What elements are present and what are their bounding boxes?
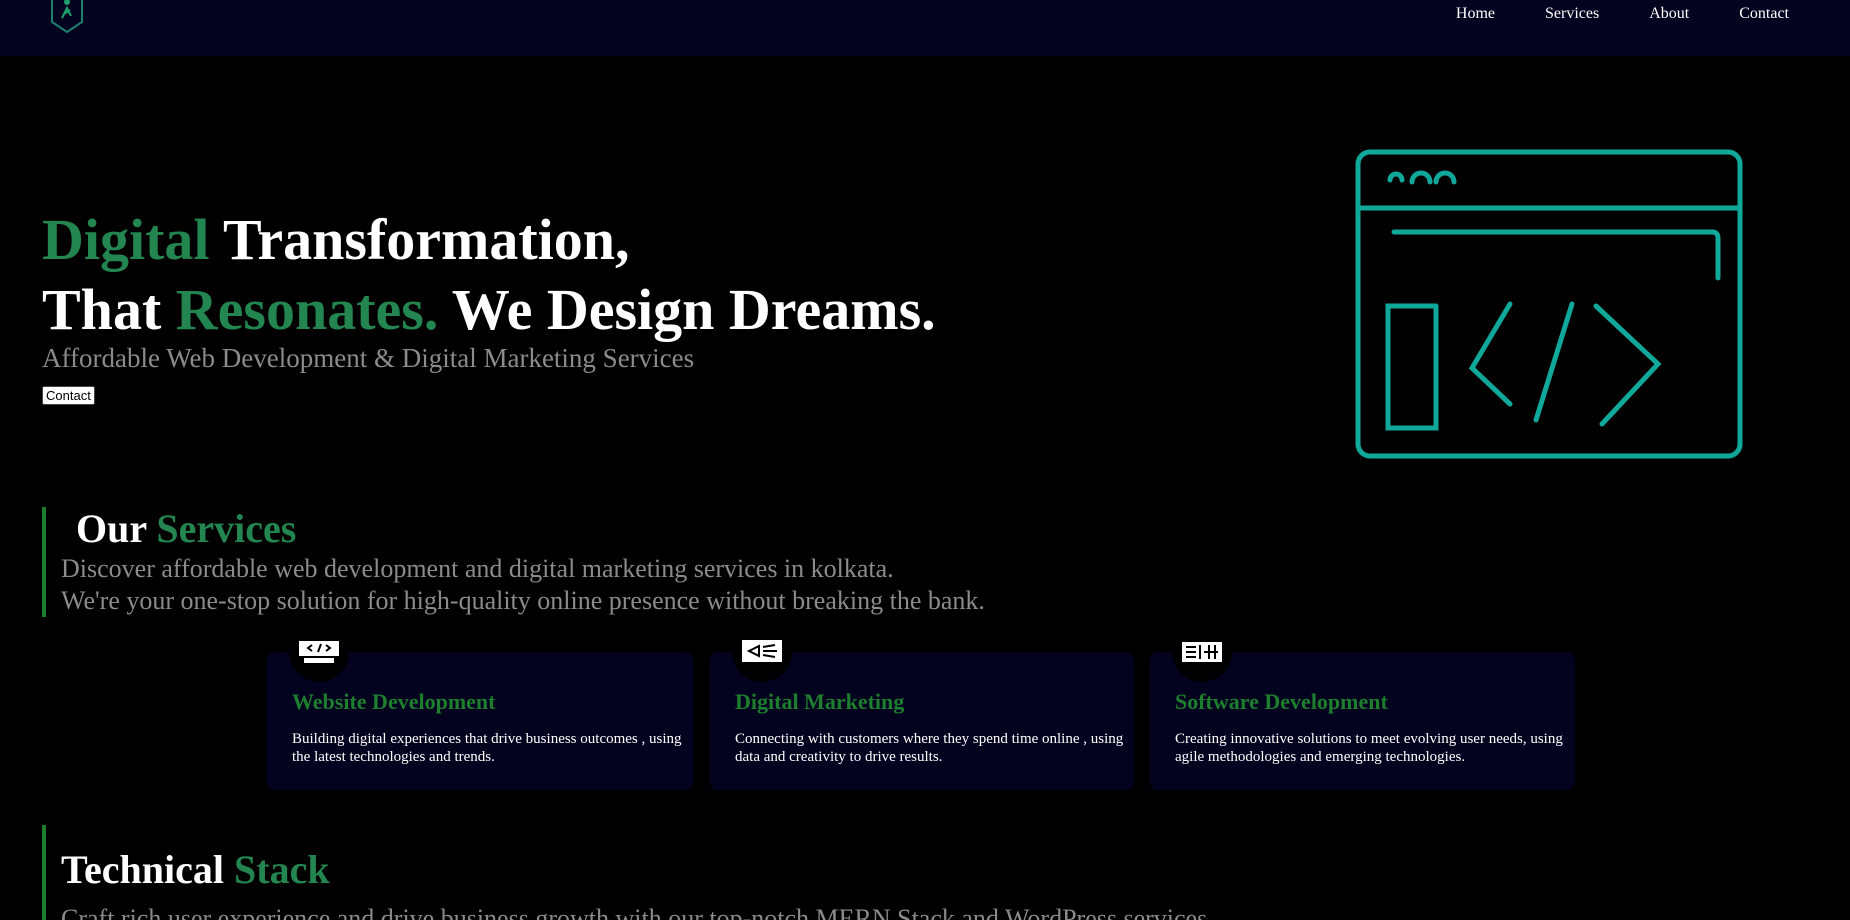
nav-home-link[interactable]: Home bbox=[1456, 5, 1495, 23]
card-icon-wrapper bbox=[289, 622, 349, 682]
services-title-our: Our bbox=[76, 506, 157, 551]
services-section-bar bbox=[42, 507, 46, 617]
hero-contact-button[interactable]: Contact bbox=[42, 386, 95, 405]
nav-contact-link[interactable]: Contact bbox=[1739, 5, 1789, 23]
card-description: Building digital experiences that drive … bbox=[292, 731, 682, 765]
tech-title-technical: Technical bbox=[61, 847, 234, 892]
code-window-illustration bbox=[1355, 149, 1743, 459]
hero-title-resonates: Resonates. bbox=[175, 277, 439, 342]
card-icon-wrapper bbox=[732, 622, 792, 682]
tech-section-bar bbox=[42, 825, 46, 920]
logo-icon[interactable] bbox=[50, 0, 84, 34]
hero-title: Digital Transformation, That Resonates. … bbox=[42, 205, 936, 345]
services-desc-line2: We're your one-stop solution for high-qu… bbox=[61, 586, 985, 615]
card-description: Connecting with customers where they spe… bbox=[735, 731, 1124, 765]
services-title-services: Services bbox=[156, 506, 297, 551]
software-grid-icon bbox=[1182, 642, 1222, 662]
card-icon-wrapper bbox=[1172, 622, 1232, 682]
tech-title-stack: Stack bbox=[234, 847, 330, 892]
tech-stack-title: Technical Stack bbox=[61, 846, 330, 893]
hero-title-that: That bbox=[42, 277, 176, 342]
card-title: Software Development bbox=[1175, 689, 1388, 714]
card-description: Creating innovative solutions to meet ev… bbox=[1175, 731, 1563, 765]
card-title: Website Development bbox=[292, 689, 496, 714]
navbar: Home Services About Contact bbox=[0, 0, 1850, 56]
nav-services-link[interactable]: Services bbox=[1545, 5, 1599, 23]
service-card-website[interactable]: Website Development Building digital exp… bbox=[267, 622, 693, 790]
tech-stack-description: Craft rich user experience and drive bus… bbox=[61, 904, 1214, 920]
web-code-icon bbox=[299, 641, 339, 663]
nav-menu: Home Services About Contact bbox=[1456, 5, 1789, 23]
megaphone-icon bbox=[742, 640, 782, 662]
card-title: Digital Marketing bbox=[735, 689, 905, 714]
hero-title-digital: Digital bbox=[42, 207, 210, 272]
hero-subtitle: Affordable Web Development & Digital Mar… bbox=[42, 343, 695, 373]
service-card-software[interactable]: Software Development Creating innovative… bbox=[1150, 622, 1575, 790]
hero-title-transformation: Transformation, bbox=[209, 207, 630, 272]
services-description: Discover affordable web development and … bbox=[61, 553, 985, 617]
service-card-marketing[interactable]: Digital Marketing Connecting with custom… bbox=[710, 622, 1134, 790]
hero-title-dreams: We Design Dreams. bbox=[438, 277, 936, 342]
services-title: Our Services bbox=[76, 505, 296, 552]
services-desc-line1: Discover affordable web development and … bbox=[61, 554, 894, 583]
nav-about-link[interactable]: About bbox=[1649, 5, 1689, 23]
